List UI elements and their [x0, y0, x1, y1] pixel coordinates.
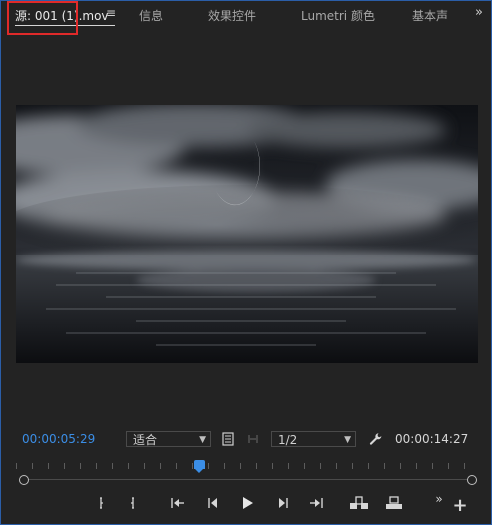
button-editor-add[interactable]: +	[450, 495, 470, 516]
zoom-start-handle[interactable]	[19, 475, 29, 485]
monitor-controls-row: 00:00:05:29 适合 ▼ 1/2 ▼ 00:00:14:27	[1, 429, 491, 451]
ruler-tick	[336, 463, 337, 469]
playhead[interactable]	[194, 460, 205, 473]
ruler-tick	[240, 463, 241, 469]
ruler-tick	[256, 463, 257, 469]
ruler-tick	[192, 463, 193, 469]
ruler-tick	[112, 463, 113, 469]
playback-resolution-select[interactable]: 1/2 ▼	[271, 431, 356, 447]
go-to-in-button[interactable]	[168, 494, 188, 512]
ruler-tick	[208, 463, 209, 469]
ruler-tick	[176, 463, 177, 469]
wrench-icon[interactable]	[368, 431, 384, 447]
zoom-scroll-bar[interactable]	[23, 479, 471, 480]
playback-resolution-value: 1/2	[278, 433, 298, 447]
ruler-tick	[448, 463, 449, 469]
mark-out-button[interactable]	[123, 494, 143, 512]
step-forward-button[interactable]	[273, 494, 293, 512]
ruler-tick	[144, 463, 145, 469]
chevron-down-icon: ▼	[199, 435, 206, 445]
insert-button[interactable]	[349, 494, 369, 512]
more-tabs-button[interactable]: »	[475, 5, 483, 20]
more-controls-button[interactable]: »	[429, 490, 449, 508]
tab-effect-controls[interactable]: 效果控件	[208, 7, 256, 24]
active-tab-underline	[15, 25, 115, 26]
tab-lumetri-color[interactable]: Lumetri 颜色	[301, 7, 375, 24]
moon-night-scene-image	[16, 105, 478, 363]
play-button[interactable]	[238, 494, 258, 512]
step-back-button[interactable]	[203, 494, 223, 512]
drag-video-icon[interactable]	[245, 432, 261, 446]
ruler-tick	[320, 463, 321, 469]
safe-margins-icon[interactable]	[221, 431, 235, 447]
go-to-out-button[interactable]	[306, 494, 326, 512]
ruler-tick	[96, 463, 97, 469]
ruler-tick	[352, 463, 353, 469]
ruler-tick	[384, 463, 385, 469]
ruler-tick	[432, 463, 433, 469]
video-frame	[16, 105, 478, 363]
ruler-tick	[400, 463, 401, 469]
hamburger-icon[interactable]: ≡	[106, 6, 116, 20]
ruler-tick	[16, 463, 17, 469]
overwrite-button[interactable]	[384, 494, 404, 512]
duration-timecode: 00:00:14:27	[395, 432, 469, 446]
ruler-tick	[416, 463, 417, 469]
zoom-end-handle[interactable]	[467, 475, 477, 485]
ruler-tick	[304, 463, 305, 469]
tab-source[interactable]: 源: 001 (1).mov	[15, 7, 109, 24]
time-ruler[interactable]	[16, 457, 478, 471]
tab-essential-sound[interactable]: 基本声	[412, 7, 448, 24]
ruler-tick	[160, 463, 161, 469]
tab-info[interactable]: 信息	[139, 7, 163, 24]
ruler-tick	[272, 463, 273, 469]
current-timecode[interactable]: 00:00:05:29	[22, 432, 95, 446]
ruler-tick	[80, 463, 81, 469]
ruler-tick	[288, 463, 289, 469]
panel-tab-bar: 源: 001 (1).mov ≡ 信息 效果控件 Lumetri 颜色 基本声 …	[1, 1, 491, 29]
chevron-down-icon: ▼	[344, 435, 351, 445]
ruler-tick	[368, 463, 369, 469]
ruler-tick	[64, 463, 65, 469]
zoom-fit-select[interactable]: 适合 ▼	[126, 431, 211, 447]
ruler-tick	[128, 463, 129, 469]
source-monitor-panel: 源: 001 (1).mov ≡ 信息 效果控件 Lumetri 颜色 基本声 …	[0, 0, 492, 525]
ruler-tick	[464, 463, 465, 469]
zoom-fit-value: 适合	[133, 433, 158, 447]
ruler-tick	[48, 463, 49, 469]
ruler-tick	[32, 463, 33, 469]
mark-in-button[interactable]	[91, 494, 111, 512]
ruler-tick	[224, 463, 225, 469]
